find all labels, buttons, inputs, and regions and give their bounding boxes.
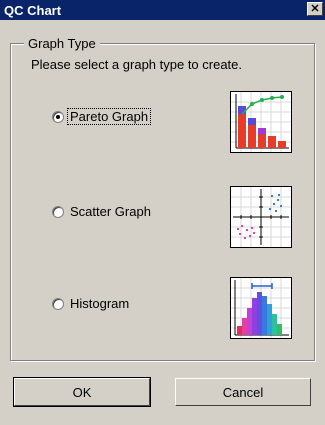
histogram-chart-icon	[230, 277, 292, 339]
radio-pareto-graph[interactable]: Pareto Graph	[52, 108, 152, 125]
radio-scatter-graph[interactable]: Scatter Graph	[52, 204, 153, 219]
radio-histogram[interactable]: Histogram	[52, 296, 131, 311]
qc-chart-dialog: QC Chart ✕ Graph Type Please select a gr…	[0, 0, 325, 425]
instruction-text: Please select a graph type to create.	[31, 57, 243, 72]
radio-label-histogram[interactable]: Histogram	[68, 296, 131, 311]
group-legend: Graph Type	[24, 36, 100, 51]
scatter-chart-icon	[230, 186, 292, 248]
window-title: QC Chart	[4, 3, 62, 18]
pareto-chart-icon	[230, 91, 292, 153]
radio-button-scatter[interactable]	[52, 205, 64, 218]
radio-button-histogram[interactable]	[52, 297, 64, 310]
title-bar[interactable]: QC Chart ✕	[0, 0, 325, 20]
ok-button[interactable]: OK	[13, 377, 151, 407]
radio-label-pareto[interactable]: Pareto Graph	[66, 108, 152, 125]
radio-button-pareto[interactable]	[52, 110, 64, 123]
radio-label-scatter[interactable]: Scatter Graph	[68, 204, 153, 219]
close-icon: ✕	[310, 2, 320, 15]
cancel-button[interactable]: Cancel	[175, 378, 311, 406]
close-button[interactable]: ✕	[307, 2, 323, 16]
